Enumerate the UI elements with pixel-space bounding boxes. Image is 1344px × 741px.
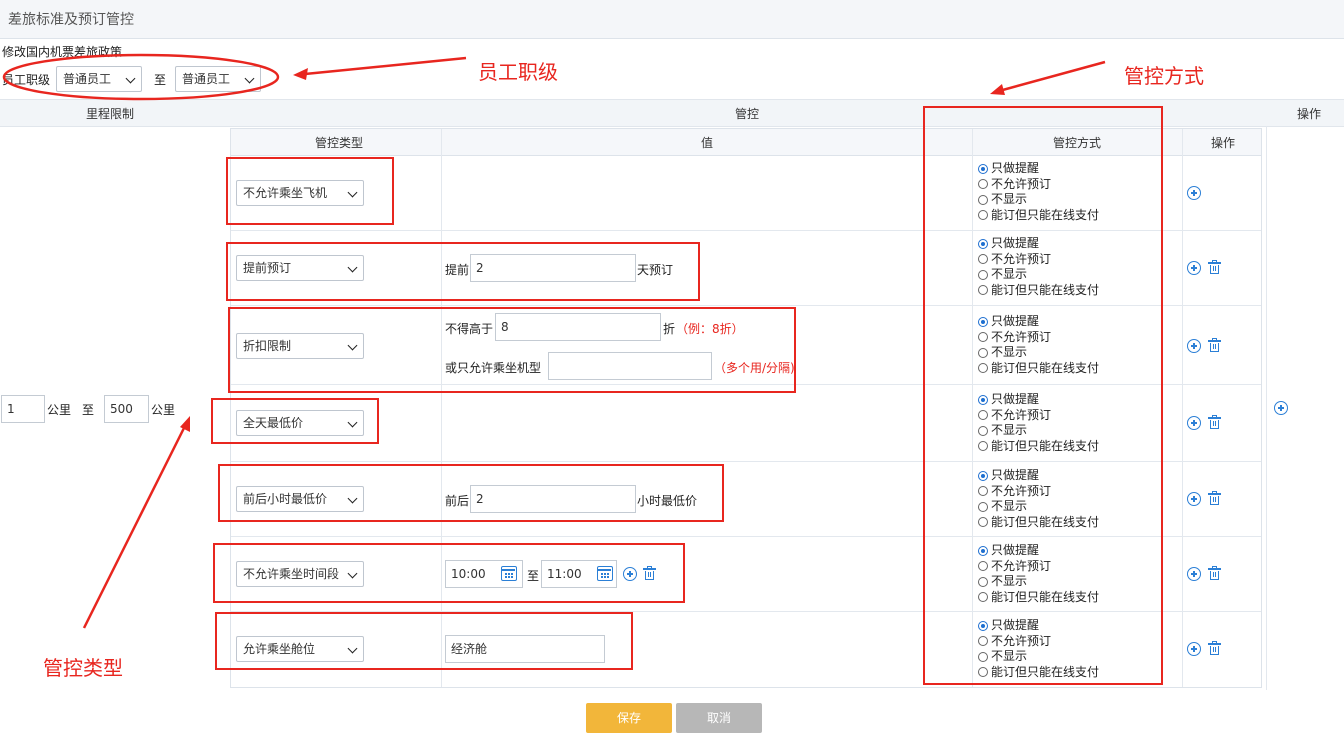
- trash-icon-part: [1210, 646, 1219, 655]
- header-mileage: 里程限制: [86, 107, 135, 121]
- add-row-icon[interactable]: [1187, 492, 1201, 506]
- trash-icon-part: [1210, 343, 1219, 352]
- add-row-icon[interactable]: [1187, 261, 1201, 275]
- trash-icon[interactable]: [1208, 491, 1221, 505]
- mileage-to-label: 至: [82, 403, 95, 417]
- annotation-type-label: 管控类型: [43, 656, 123, 680]
- add-mileage-rule-icon[interactable]: [1274, 401, 1288, 415]
- annotation-mode-label: 管控方式: [1124, 64, 1204, 88]
- policy-subtitle: 修改国内机票差旅政策: [2, 45, 123, 59]
- trash-icon-part: [1208, 643, 1221, 645]
- header-operation: 操作: [1297, 107, 1322, 121]
- rank-from-select[interactable]: 普通员工: [56, 66, 142, 92]
- divider: [441, 129, 442, 687]
- header-control: 管控: [735, 107, 760, 121]
- trash-icon[interactable]: [1208, 415, 1221, 429]
- divider: [1182, 129, 1183, 687]
- trash-icon[interactable]: [1208, 338, 1221, 352]
- trash-icon-part: [1208, 340, 1221, 342]
- add-row-icon[interactable]: [1187, 642, 1201, 656]
- mileage-to-input[interactable]: 500: [104, 395, 149, 423]
- save-button[interactable]: 保存: [586, 703, 672, 733]
- chevron-down-icon: [244, 73, 255, 84]
- annotation-box: [923, 106, 1163, 685]
- page-title: 差旅标准及预订管控: [8, 12, 134, 28]
- mileage-from-input[interactable]: 1: [1, 395, 45, 423]
- annotation-box: [215, 612, 633, 670]
- rank-to-label: 至: [154, 73, 167, 87]
- trash-icon-part: [1208, 417, 1221, 419]
- header-value: 值: [701, 136, 714, 150]
- add-row-icon[interactable]: [1187, 567, 1201, 581]
- rank-from-value: 普通员工: [63, 72, 112, 86]
- divider: [1266, 126, 1267, 690]
- mileage-unit-label: 公里: [151, 403, 176, 417]
- trash-icon[interactable]: [1208, 260, 1221, 274]
- header-row-operation: 操作: [1211, 136, 1236, 150]
- cancel-button[interactable]: 取消: [676, 703, 762, 733]
- trash-icon-part: [1208, 493, 1221, 495]
- trash-icon-part: [1210, 496, 1219, 505]
- trash-icon-part: [1210, 265, 1219, 274]
- trash-icon-part: [1208, 568, 1221, 570]
- top-bar: 差旅标准及预订管控: [0, 0, 1344, 39]
- chevron-down-icon: [125, 73, 136, 84]
- annotation-box: [228, 307, 796, 393]
- mileage-unit-label: 公里: [47, 403, 72, 417]
- add-row-icon[interactable]: [1187, 186, 1201, 200]
- annotation-rank-label: 员工职级: [478, 60, 558, 84]
- rank-label: 员工职级: [2, 73, 51, 87]
- annotation-box: [218, 464, 724, 522]
- add-row-icon[interactable]: [1187, 416, 1201, 430]
- rank-to-value: 普通员工: [182, 72, 231, 86]
- annotation-box: [211, 398, 379, 444]
- trash-icon-part: [1208, 262, 1221, 264]
- rank-to-select[interactable]: 普通员工: [175, 66, 261, 92]
- annotation-box: [226, 242, 700, 301]
- annotation-box: [226, 157, 394, 225]
- annotation-box: [213, 543, 685, 603]
- trash-icon-part: [1210, 571, 1219, 580]
- trash-icon-part: [1210, 420, 1219, 429]
- header-control-type: 管控类型: [315, 136, 364, 150]
- trash-icon[interactable]: [1208, 566, 1221, 580]
- trash-icon[interactable]: [1208, 641, 1221, 655]
- add-row-icon[interactable]: [1187, 339, 1201, 353]
